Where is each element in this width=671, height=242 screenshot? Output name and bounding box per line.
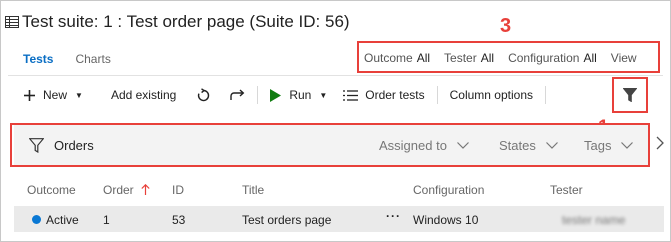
- run-button[interactable]: Run ▼: [270, 88, 327, 102]
- pivot-configuration-label: Configuration: [508, 51, 580, 65]
- redo-icon: [230, 89, 245, 100]
- sort-ascending-arrow-icon: [141, 183, 150, 195]
- caret-down-icon: ▼: [75, 90, 83, 100]
- chevron-right-icon[interactable]: [656, 136, 664, 150]
- tab-bar: Tests Charts: [23, 52, 111, 66]
- toolbar-separator: [436, 86, 438, 104]
- test-suite-icon: [5, 16, 19, 28]
- title-cell: Test orders page: [242, 213, 332, 227]
- new-button[interactable]: New ▼: [24, 88, 83, 102]
- annotation-box-2: [10, 123, 650, 167]
- plus-icon: [24, 89, 35, 101]
- pivot-view-label: View: [610, 51, 637, 65]
- column-options-button[interactable]: Column options: [450, 88, 533, 102]
- toolbar-separator: [257, 86, 259, 104]
- ordered-list-icon: [343, 89, 359, 101]
- column-header-tester[interactable]: Tester: [550, 183, 583, 197]
- pivot-outcome[interactable]: Outcome All: [364, 51, 430, 65]
- refresh-button[interactable]: [196, 87, 211, 103]
- redo-button[interactable]: [229, 88, 245, 102]
- pivot-configuration[interactable]: Configuration All: [508, 51, 597, 65]
- page-title: Test suite: 1 : Test order page (Suite I…: [22, 12, 350, 31]
- toolbar: New ▼ Add existing Run ▼ Order tests Col…: [24, 86, 558, 104]
- filter-toggle-button[interactable]: [614, 79, 646, 111]
- tab-tests[interactable]: Tests: [23, 52, 53, 66]
- new-button-label: New: [43, 88, 68, 102]
- id-cell: 53: [172, 213, 186, 227]
- more-actions-icon[interactable]: ···: [386, 209, 401, 223]
- outcome-cell: Active: [32, 213, 79, 227]
- filter-funnel-icon: [623, 88, 637, 102]
- order-tests-button[interactable]: Order tests: [343, 88, 425, 102]
- column-header-outcome[interactable]: Outcome: [27, 183, 76, 197]
- outcome-value: Active: [46, 213, 79, 227]
- column-header-configuration[interactable]: Configuration: [413, 183, 484, 197]
- pivot-outcome-value: All: [416, 51, 431, 65]
- pivot-outcome-label: Outcome: [364, 51, 413, 65]
- configuration-cell: Windows 10: [413, 213, 479, 227]
- add-existing-button[interactable]: Add existing: [111, 88, 176, 102]
- refresh-icon: [198, 87, 210, 101]
- page-header: Test suite: 1 : Test order page (Suite I…: [5, 9, 350, 35]
- play-icon: [270, 88, 282, 102]
- pivot-tester-value: All: [480, 51, 495, 65]
- tab-charts[interactable]: Charts: [75, 52, 110, 66]
- toolbar-separator: [545, 86, 546, 104]
- active-status-icon: [32, 215, 41, 224]
- column-header-title[interactable]: Title: [242, 183, 264, 197]
- caret-down-icon: ▼: [319, 90, 328, 100]
- divider: [8, 75, 663, 76]
- column-header-order-label: Order: [103, 183, 134, 197]
- pivot-filters: Outcome All Tester All Configuration All Vi…: [364, 51, 651, 65]
- pivot-view[interactable]: View: [611, 51, 637, 65]
- pivot-tester[interactable]: Tester All: [444, 51, 494, 65]
- pivot-tester-label: Tester: [444, 51, 477, 65]
- callout-3: 3: [500, 15, 512, 37]
- column-header-order[interactable]: Order: [103, 183, 150, 197]
- order-cell: 1: [103, 213, 110, 227]
- order-tests-label: Order tests: [365, 88, 425, 102]
- run-button-label: Run: [289, 88, 312, 102]
- column-header-id[interactable]: ID: [172, 183, 184, 197]
- tester-cell: tester name: [562, 213, 626, 227]
- pivot-configuration-value: All: [583, 51, 597, 65]
